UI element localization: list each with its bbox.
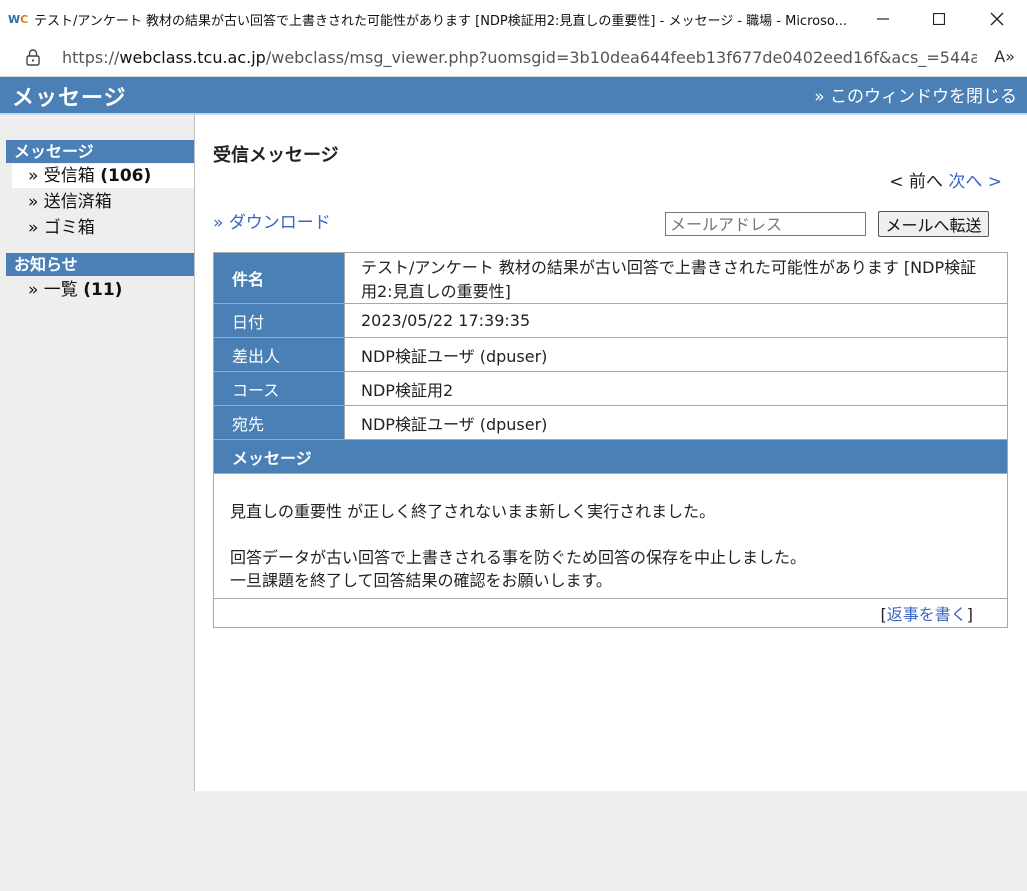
date-value: 2023/05/22 17:39:35 <box>344 303 1008 338</box>
url-host: webclass.tcu.ac.jp <box>119 47 266 67</box>
address-bar: https://webclass.tcu.ac.jp/webclass/msg_… <box>0 38 1027 77</box>
forward-to-mail-button[interactable]: メールへ転送 <box>878 211 989 237</box>
sender-label: 差出人 <box>213 337 345 372</box>
page-title: メッセージ <box>12 86 127 111</box>
minimize-button[interactable] <box>855 0 911 38</box>
sidebar-item-label: » 送信済箱 <box>28 192 112 212</box>
close-window-link[interactable]: » このウィンドウを閉じる <box>814 82 1017 107</box>
webclass-logo-icon: WC <box>8 12 29 26</box>
table-row: 差出人 NDP検証ユーザ (dpuser) <box>213 337 1008 372</box>
message-heading: メッセージ <box>213 439 1008 474</box>
course-label: コース <box>213 371 345 406</box>
maximize-button[interactable] <box>911 0 967 38</box>
url-prefix: https:// <box>62 47 120 67</box>
url-text[interactable]: https://webclass.tcu.ac.jp/webclass/msg_… <box>62 48 977 67</box>
reply-cell: [返事を書く] <box>213 598 1008 628</box>
next-link[interactable]: 次へ > <box>948 172 1002 192</box>
sender-value: NDP検証ユーザ (dpuser) <box>344 337 1008 372</box>
minimize-icon <box>877 18 889 20</box>
to-label: 宛先 <box>213 405 345 440</box>
body-line: 一旦課題を終了して回答結果の確認をお願いします。 <box>230 571 612 590</box>
notice-count: (11) <box>83 280 123 300</box>
body-line: 回答データが古い回答で上書きされる事を防ぐため回答の保存を中止しました。 <box>230 548 807 567</box>
url-path: /webclass/msg_viewer.php?uomsgid=3b10dea… <box>265 47 977 67</box>
section-title: 受信メッセージ <box>213 145 339 166</box>
table-row: 件名 テスト/アンケート 教材の結果が古い回答で上書きされた可能性があります [… <box>213 252 1008 304</box>
table-row: メッセージ <box>213 439 1008 474</box>
sidebar-item-trash[interactable]: » ゴミ箱 <box>12 216 194 240</box>
reply-link[interactable]: 返事を書く <box>887 605 967 624</box>
date-label: 日付 <box>213 303 345 338</box>
table-row: 宛先 NDP検証ユーザ (dpuser) <box>213 405 1008 440</box>
sidebar-item-inbox[interactable]: » 受信箱 (106) <box>12 164 194 188</box>
reply-bracket-close: ] <box>966 605 973 624</box>
sidebar-item-sent[interactable]: » 送信済箱 <box>12 190 194 214</box>
sidebar-item-label: » 一覧 <box>28 280 84 300</box>
maximize-icon <box>933 13 945 25</box>
prev-link[interactable]: < 前へ <box>889 172 943 192</box>
sidebar-heading-messages: メッセージ <box>6 140 194 163</box>
table-row: コース NDP検証用2 <box>213 371 1008 406</box>
sidebar: メッセージ » 受信箱 (106) » 送信済箱 » ゴミ箱 お知らせ » 一覧… <box>0 115 194 791</box>
window-title: テスト/アンケート 教材の結果が古い回答で上書きされた可能性があります [NDP… <box>34 13 847 29</box>
table-row: 日付 2023/05/22 17:39:35 <box>213 303 1008 338</box>
table-row: 見直しの重要性 が正しく終了されないまま新しく実行されました。 回答データが古い… <box>213 473 1008 599</box>
lock-icon[interactable] <box>24 48 42 66</box>
message-table: 件名 テスト/アンケート 教材の結果が古い回答で上書きされた可能性があります [… <box>213 252 1008 628</box>
table-row: [返事を書く] <box>213 598 1008 628</box>
to-value: NDP検証ユーザ (dpuser) <box>344 405 1008 440</box>
sidebar-item-label: » ゴミ箱 <box>28 218 95 238</box>
email-field[interactable] <box>665 212 866 236</box>
message-body: 見直しの重要性 が正しく終了されないまま新しく実行されました。 回答データが古い… <box>213 473 1008 599</box>
body-line: 見直しの重要性 が正しく終了されないまま新しく実行されました。 <box>230 502 716 521</box>
inbox-count: (106) <box>100 166 152 186</box>
sidebar-item-label: » 受信箱 <box>28 166 101 186</box>
subject-value: テスト/アンケート 教材の結果が古い回答で上書きされた可能性があります [NDP… <box>344 252 1008 304</box>
sidebar-item-notice-list[interactable]: » 一覧 (11) <box>12 278 194 302</box>
main-content: 受信メッセージ < 前へ 次へ > » ダウンロード メールへ転送 件名 テスト… <box>194 115 1027 791</box>
download-link[interactable]: » ダウンロード <box>213 208 331 233</box>
sidebar-heading-notices: お知らせ <box>6 253 194 276</box>
course-value: NDP検証用2 <box>344 371 1008 406</box>
read-aloud-icon[interactable]: A» <box>994 47 1015 66</box>
close-window-button[interactable] <box>969 0 1025 38</box>
subject-label: 件名 <box>213 252 345 304</box>
pager: < 前へ 次へ > <box>889 167 1002 192</box>
close-icon <box>990 12 1004 26</box>
page-header: メッセージ » このウィンドウを閉じる <box>0 77 1027 115</box>
